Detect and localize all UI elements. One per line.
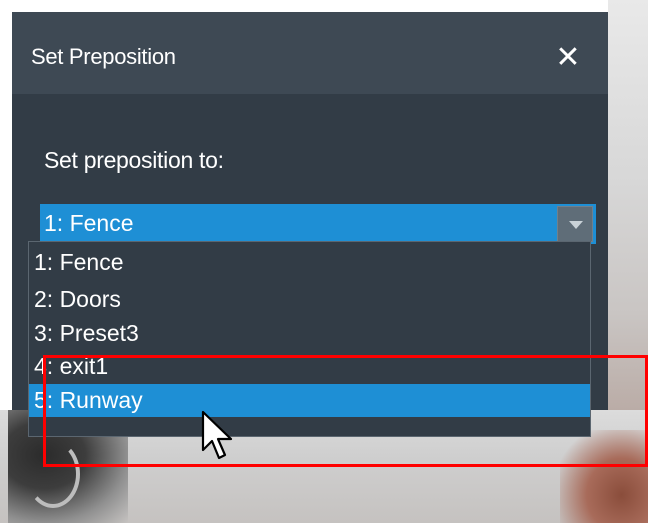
dropdown-option-label: 2: Doors bbox=[34, 286, 121, 312]
dialog-title-bar: Set Preposition ✕ bbox=[12, 12, 608, 94]
dropdown-option-preset3[interactable]: 3: Preset3 bbox=[29, 317, 590, 350]
close-button[interactable]: ✕ bbox=[548, 38, 588, 78]
dialog-title: Set Preposition bbox=[31, 44, 176, 69]
dropdown-option-doors[interactable]: 2: Doors bbox=[29, 283, 590, 316]
annotation-highlight-box bbox=[43, 355, 648, 467]
preposition-select-value: 1: Fence bbox=[44, 210, 134, 236]
dropdown-option-fence[interactable]: 1: Fence bbox=[29, 246, 590, 279]
chevron-down-icon[interactable] bbox=[557, 206, 593, 242]
dropdown-option-label: 1: Fence bbox=[34, 249, 124, 275]
close-icon: ✕ bbox=[555, 41, 581, 74]
dropdown-option-label: 3: Preset3 bbox=[34, 320, 139, 346]
preposition-field-label: Set preposition to: bbox=[44, 147, 224, 173]
preposition-select[interactable]: 1: Fence bbox=[40, 204, 596, 244]
screen: Set Preposition ✕ Set preposition to: 1:… bbox=[0, 0, 648, 523]
